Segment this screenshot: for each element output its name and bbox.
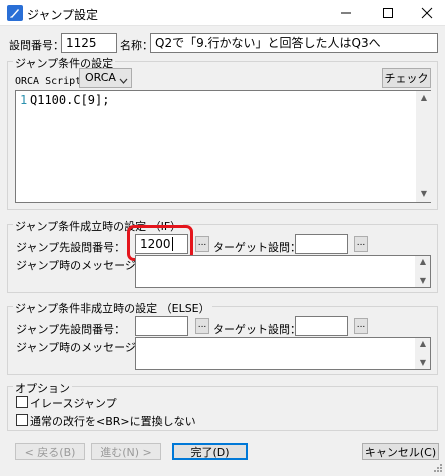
scroll-up-icon[interactable]: ▲ xyxy=(418,339,428,349)
close-icon[interactable] xyxy=(409,0,444,26)
else-legend: ジャンプ条件非成立時の設定 （ELSE） xyxy=(13,300,212,316)
if-target-label: ターゲット設問： xyxy=(213,241,301,254)
next-button[interactable]: 進む(N) > xyxy=(91,443,161,460)
if-jump-dest-browse-button[interactable]: ... xyxy=(195,236,209,252)
script-editor[interactable]: 1 Q1100.C[9]; ▲ ▼ xyxy=(15,90,431,203)
maximize-icon[interactable] xyxy=(370,0,405,26)
if-jump-dest-label: ジャンプ先設問番号： xyxy=(16,241,126,254)
script-select-value: ORCA xyxy=(85,71,116,84)
else-jump-dest-field[interactable] xyxy=(135,316,188,336)
no-br-label[interactable]: 通常の改行を<BR>に置換しない xyxy=(30,413,196,429)
back-button[interactable]: < 戻る(B) xyxy=(15,443,85,460)
options-legend: オプション xyxy=(13,380,72,396)
minimize-icon[interactable] xyxy=(328,0,363,26)
else-message-scrollbar[interactable]: ▲ ▼ xyxy=(415,338,430,369)
window-title: ジャンプ設定 xyxy=(27,8,99,22)
script-code: Q1100.C[9]; xyxy=(30,93,110,107)
if-message-scrollbar[interactable]: ▲ ▼ xyxy=(415,256,430,287)
name-field[interactable]: Q2で「9.行かない」と回答した人はQ3へ xyxy=(150,33,438,53)
script-select[interactable]: ORCA xyxy=(79,68,132,88)
if-target-browse-button[interactable]: ... xyxy=(354,236,368,252)
check-button[interactable]: チェック xyxy=(382,68,431,88)
cancel-button[interactable]: キャンセル(C) xyxy=(362,443,439,460)
else-message-label: ジャンプ時のメッセージ： xyxy=(16,341,147,354)
erase-jump-checkbox[interactable] xyxy=(16,396,28,408)
line-number: 1 xyxy=(20,93,28,107)
scroll-down-icon[interactable]: ▼ xyxy=(418,358,428,368)
else-target-browse-button[interactable]: ... xyxy=(354,318,368,334)
question-no-field[interactable]: 1125 xyxy=(61,33,117,53)
if-target-field[interactable] xyxy=(295,234,348,254)
app-icon xyxy=(7,5,23,21)
else-target-label: ターゲット設問： xyxy=(213,323,301,336)
scroll-up-icon[interactable]: ▲ xyxy=(419,93,429,103)
scroll-down-icon[interactable]: ▼ xyxy=(418,276,428,286)
chevron-down-icon xyxy=(119,74,128,87)
editor-scrollbar[interactable]: ▲ ▼ xyxy=(416,91,431,202)
scroll-up-icon[interactable]: ▲ xyxy=(418,257,428,267)
erase-jump-label[interactable]: イレースジャンプ xyxy=(30,395,117,411)
finish-button[interactable]: 完了(D) xyxy=(172,443,248,460)
else-target-field[interactable] xyxy=(295,316,348,336)
resize-grip-icon[interactable] xyxy=(432,462,443,473)
if-message-label: ジャンプ時のメッセージ： xyxy=(16,259,147,272)
else-jump-dest-label: ジャンプ先設問番号： xyxy=(16,323,126,336)
else-jump-dest-browse-button[interactable]: ... xyxy=(195,318,209,334)
no-br-checkbox[interactable] xyxy=(16,414,28,426)
else-message-field[interactable]: ▲ ▼ xyxy=(135,337,431,370)
question-no-label: 設問番号： xyxy=(9,39,64,52)
name-label: 名称： xyxy=(120,39,153,52)
if-message-field[interactable]: ▲ ▼ xyxy=(135,255,431,288)
scroll-down-icon[interactable]: ▼ xyxy=(419,189,429,199)
